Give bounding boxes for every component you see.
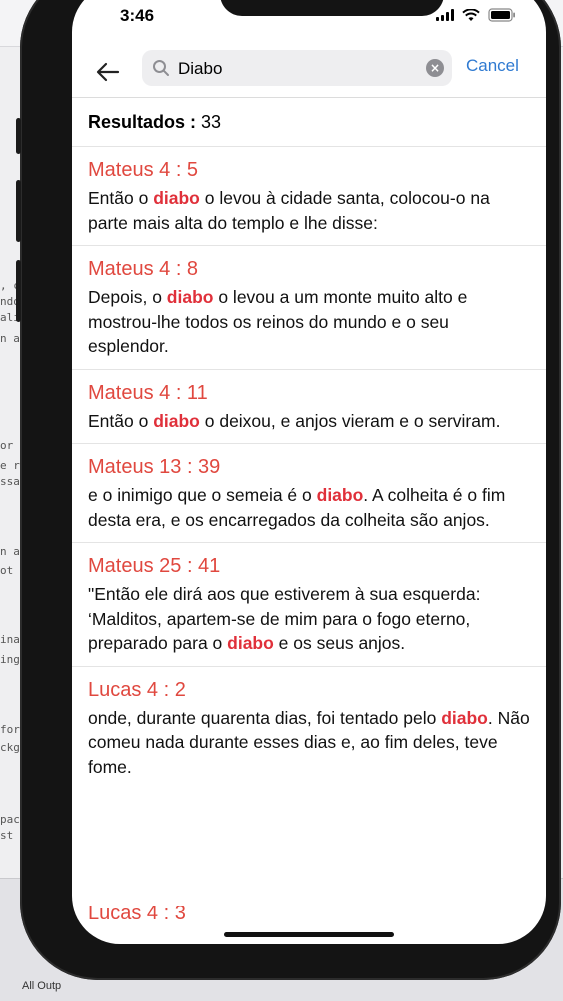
home-indicator[interactable]	[224, 932, 394, 937]
verse-text: "Então ele dirá aos que estiverem à sua …	[88, 584, 481, 653]
results-label: Resultados :	[88, 112, 197, 132]
verse-reference: Mateus 4 : 11	[88, 381, 208, 404]
verse-text: e o inimigo que o semeia é o diabo. A co…	[88, 485, 506, 530]
result-row[interactable]: Mateus 4 : 11 Então o diabo o deixou, e …	[72, 368, 546, 444]
navbar-divider	[72, 97, 546, 98]
background-output-label: All Outp	[22, 980, 62, 992]
phone-volume-up	[16, 180, 21, 242]
verse-text: Depois, o diabo o levou a um monte muito…	[88, 287, 468, 356]
verse-reference: Mateus 25 : 41	[88, 555, 221, 577]
results-list: Mateus 4 : 5 Então o diabo o levou à cid…	[72, 146, 546, 789]
search-highlight: diabo	[227, 633, 274, 653]
verse-reference: Lucas 4 : 3	[88, 906, 186, 920]
verse-reference: Mateus 4 : 8	[88, 258, 199, 280]
search-highlight: diabo	[153, 188, 200, 208]
status-icons	[436, 8, 516, 22]
clear-icon[interactable]: ×	[426, 59, 444, 77]
phone-volume-down	[16, 260, 21, 322]
verse-reference: Mateus 13 : 39	[88, 456, 221, 478]
results-count: Resultados : 33	[88, 112, 221, 133]
search-icon	[153, 60, 169, 76]
search-highlight: diabo	[153, 410, 200, 431]
verse-text: Então o diabo o levou à cidade santa, co…	[88, 188, 490, 233]
search-box[interactable]: ×	[142, 50, 452, 86]
result-row[interactable]: Mateus 25 : 41 "Então ele dirá aos que e…	[72, 542, 546, 666]
result-row[interactable]: Mateus 4 : 5 Então o diabo o levou à cid…	[72, 146, 546, 245]
search-navbar: × Cancel	[72, 48, 546, 98]
verse-text: Então o diabo o deixou, e anjos vieram e…	[88, 410, 501, 431]
status-time: 3:46	[120, 6, 155, 25]
search-input[interactable]	[176, 56, 420, 82]
search-highlight: diabo	[166, 287, 214, 307]
battery-icon	[488, 8, 515, 22]
phone-notch	[220, 0, 444, 16]
verse-reference: Mateus 4 : 5	[88, 159, 199, 181]
wifi-icon	[462, 8, 480, 21]
search-highlight: diabo	[316, 485, 364, 505]
phone-mute-switch	[16, 118, 21, 154]
partial-next-row[interactable]: Lucas 4 : 3	[88, 906, 238, 920]
cancel-button[interactable]: Cancel	[466, 56, 519, 76]
back-button[interactable]	[94, 58, 122, 86]
verse-reference: Lucas 4 : 2	[88, 678, 186, 701]
result-row[interactable]: Lucas 4 : 2 onde, durante quarenta dias,…	[72, 665, 546, 790]
result-row[interactable]: Mateus 13 : 39 e o inimigo que o semeia …	[72, 443, 546, 542]
results-number: 33	[201, 112, 222, 132]
back-arrow-icon	[96, 62, 120, 82]
app-screen: 3:46 Diabo × Cancel Resultados: 33 Mate…	[72, 0, 546, 944]
signal-icon	[436, 9, 454, 21]
search-highlight: diabo	[441, 707, 488, 728]
verse-text: onde, durante quarenta dias, foi tentado…	[88, 707, 530, 777]
phone-frame: 3:46 Diabo × Cancel Resultados: 33 Mate…	[16, 0, 561, 980]
result-row[interactable]: Mateus 4 : 8 Depois, o diabo o levou a u…	[72, 245, 546, 369]
